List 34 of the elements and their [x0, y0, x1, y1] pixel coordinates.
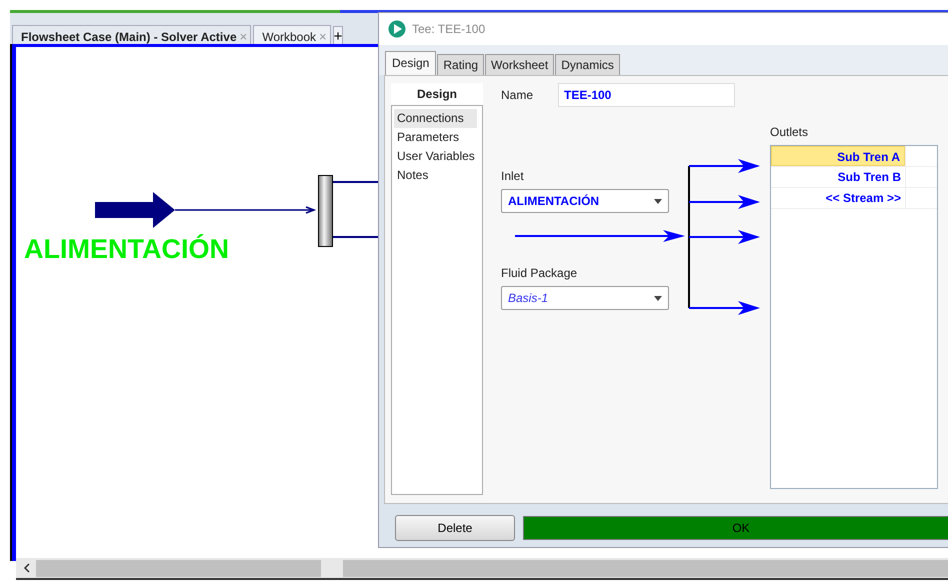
tee-unit[interactable]	[318, 175, 333, 247]
nav-item[interactable]: Connections	[394, 109, 477, 128]
outlets-label: Outlets	[770, 125, 810, 139]
delete-button[interactable]: Delete	[395, 515, 515, 541]
outlet-cell[interactable]: Sub Tren A	[771, 146, 905, 166]
window-title: Tee: TEE-100	[412, 22, 486, 36]
nav-heading: Design	[391, 83, 483, 105]
fluid-package-dropdown[interactable]: Basis-1	[501, 286, 669, 310]
ok-button[interactable]: OK	[523, 516, 948, 540]
tab[interactable]: Worksheet	[485, 54, 554, 75]
outlet-cell[interactable]: << Stream >>	[771, 188, 905, 208]
outlet-cell[interactable]: Sub Tren B	[771, 167, 905, 187]
outlet-arrow	[689, 301, 760, 315]
stream-line[interactable]	[175, 206, 317, 214]
inlet-label: Inlet	[501, 169, 524, 183]
tab[interactable]: Dynamics	[555, 54, 620, 75]
play-icon	[388, 20, 406, 38]
nav-item[interactable]: Parameters	[394, 128, 477, 147]
outlet-arrow	[689, 195, 760, 209]
horizontal-scrollbar[interactable]	[16, 558, 948, 580]
name-field[interactable]: TEE-100	[558, 83, 735, 107]
outlet-arrow	[689, 159, 760, 173]
fluid-package-label: Fluid Package	[501, 266, 578, 280]
caret-icon	[654, 198, 662, 204]
feed-arrow-icon[interactable]	[95, 192, 175, 228]
tab[interactable]: Design	[385, 51, 436, 75]
nav-item[interactable]: User Variables	[394, 147, 477, 166]
scroll-left-icon[interactable]	[22, 562, 32, 574]
name-label: Name	[501, 88, 534, 102]
caret-icon	[654, 296, 662, 300]
outlet-arrow	[689, 230, 760, 244]
nav-item[interactable]: Notes	[394, 166, 477, 185]
tab[interactable]: Rating	[437, 54, 484, 75]
inlet-dropdown[interactable]: ALIMENTACIÓN	[501, 189, 669, 213]
